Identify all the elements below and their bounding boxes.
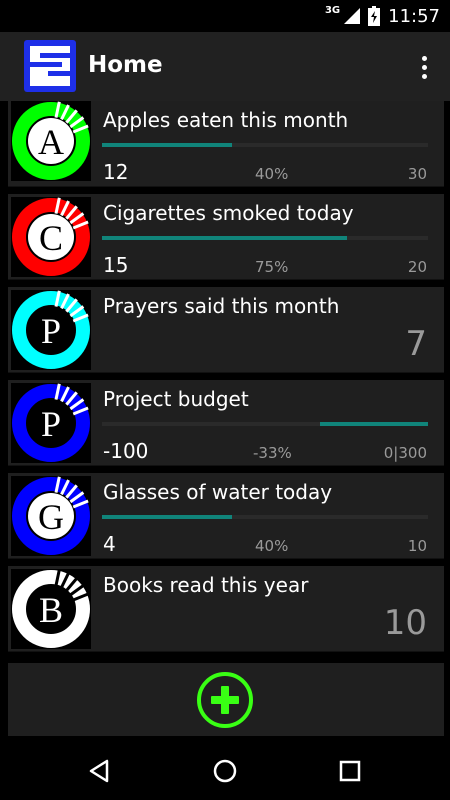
- counter-max: 30: [407, 165, 427, 183]
- overflow-menu-icon[interactable]: [414, 50, 434, 84]
- svg-text:A: A: [38, 122, 64, 162]
- counter-current: 12: [103, 160, 129, 184]
- counter-percent: -33%: [253, 444, 292, 462]
- app-bar: Home: [0, 32, 450, 101]
- counter-icon: P: [11, 383, 91, 463]
- counter-max: 0|300: [383, 444, 427, 462]
- svg-text:C: C: [39, 218, 63, 258]
- system-nav-bar: [0, 740, 450, 800]
- counter-title: Glasses of water today: [103, 480, 333, 504]
- svg-text:B: B: [39, 590, 63, 630]
- progress-bar: [102, 236, 428, 240]
- counter-icon: A: [11, 101, 91, 181]
- status-bar: 3G 11:57: [0, 0, 450, 32]
- counter-icon: G: [11, 476, 91, 556]
- plus-icon: [197, 672, 253, 728]
- recents-icon[interactable]: [335, 756, 365, 786]
- signal-icon: [344, 8, 361, 24]
- progress-bar: [102, 515, 428, 519]
- counter-current: 4: [103, 532, 116, 556]
- back-icon[interactable]: [85, 756, 115, 786]
- add-counter-button[interactable]: [196, 671, 254, 729]
- counter-value: 10: [383, 603, 427, 643]
- counter-max: 10: [407, 537, 427, 555]
- svg-text:P: P: [41, 404, 61, 444]
- progress-bar: [102, 422, 428, 426]
- counter-icon: P: [11, 290, 91, 370]
- counter-percent: 40%: [255, 537, 289, 555]
- counter-current: 15: [103, 253, 129, 277]
- counter-percent: 75%: [255, 258, 289, 276]
- app-logo-icon: [24, 40, 76, 92]
- counter-max: 20: [407, 258, 427, 276]
- counter-title: Prayers said this month: [103, 294, 340, 318]
- counter-item[interactable]: B Books read this year 10: [8, 566, 444, 652]
- counter-icon: C: [11, 197, 91, 277]
- counter-title: Apples eaten this month: [103, 108, 349, 132]
- counter-item[interactable]: G Glasses of water today 4 40% 10: [8, 473, 444, 559]
- counter-current: -100: [103, 439, 149, 463]
- progress-bar: [102, 143, 428, 147]
- add-counter-bar: [8, 663, 444, 736]
- counter-item[interactable]: P Project budget -100 -33% 0|300: [8, 380, 444, 466]
- counter-title: Project budget: [103, 387, 249, 411]
- counter-icon: B: [11, 569, 91, 649]
- svg-text:P: P: [41, 311, 61, 351]
- battery-icon: [368, 6, 381, 26]
- counter-item[interactable]: A Apples eaten this month 12 40% 30: [8, 101, 444, 187]
- counter-title: Cigarettes smoked today: [103, 201, 354, 225]
- counter-percent: 40%: [255, 165, 289, 183]
- svg-text:G: G: [38, 497, 64, 537]
- network-type: 3G: [324, 4, 341, 16]
- counter-title: Books read this year: [103, 573, 309, 597]
- counter-value: 7: [405, 324, 427, 364]
- page-title: Home: [88, 52, 163, 78]
- home-icon[interactable]: [210, 756, 240, 786]
- counter-item[interactable]: P Prayers said this month 7: [8, 287, 444, 373]
- clock: 11:57: [388, 5, 440, 27]
- counter-item[interactable]: C Cigarettes smoked today 15 75% 20: [8, 194, 444, 280]
